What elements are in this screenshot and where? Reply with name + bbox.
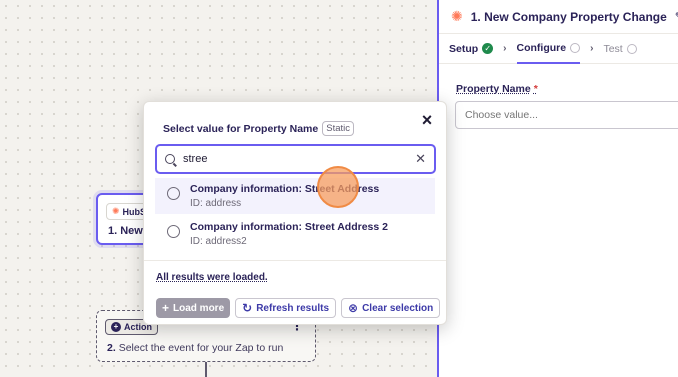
pending-ring-icon [626, 43, 637, 54]
tab-configure-label: Configure [516, 41, 567, 54]
divider [144, 260, 446, 261]
tab-configure[interactable]: Configure [516, 34, 581, 64]
refresh-results-button[interactable]: ↻ Refresh results [235, 298, 337, 318]
hubspot-icon: ✺ [112, 206, 120, 216]
plus-icon: + [111, 322, 121, 332]
search-icon [165, 154, 175, 164]
property-name-input[interactable] [455, 101, 678, 129]
static-badge: Static [322, 121, 354, 136]
radio-button[interactable] [167, 187, 180, 200]
option-label: Company information: Street Address 2 [190, 221, 388, 233]
step-editor-panel: ✺ 1. New Company Property Change ✎ Setup… [437, 0, 678, 377]
list-item[interactable]: Company information: Street Address ID: … [155, 178, 435, 214]
search-box: ✕ [155, 144, 436, 174]
step-connector [205, 362, 207, 377]
option-id: ID: address [190, 198, 242, 209]
required-marker: * [533, 83, 538, 95]
chevron-right-icon: › [503, 43, 507, 54]
action-step-number: 2. [107, 342, 116, 354]
clear-circle-icon: ⊗ [348, 301, 359, 315]
property-name-label: Property Name * [456, 83, 538, 95]
tab-test-label: Test [603, 42, 623, 55]
pending-ring-icon [570, 42, 581, 53]
clear-selection-label: Clear selection [362, 302, 434, 314]
action-step-text: Select the event for your Zap to run [118, 342, 284, 354]
popover-title: Select value for Property Name Static [163, 121, 354, 136]
radio-button[interactable] [167, 225, 180, 238]
action-step-title: 2. Select the event for your Zap to run [107, 342, 283, 354]
load-more-label: Load more [173, 302, 225, 314]
hubspot-logo-icon: ✺ [451, 6, 463, 27]
tab-setup[interactable]: Setup ✓ [449, 34, 494, 64]
check-icon: ✓ [482, 43, 494, 54]
refresh-icon: ↻ [242, 301, 253, 315]
clear-search-icon[interactable]: ✕ [415, 151, 426, 167]
tab-test[interactable]: Test [603, 34, 637, 64]
property-name-label-text: Property Name [456, 83, 531, 95]
refresh-results-label: Refresh results [256, 302, 330, 314]
option-id: ID: address2 [190, 236, 247, 247]
chevron-right-icon: › [590, 43, 594, 54]
load-more-button[interactable]: + Load more [156, 298, 231, 318]
results-status: All results were loaded. [156, 272, 268, 283]
close-icon[interactable]: × [418, 110, 436, 130]
tab-setup-label: Setup [449, 42, 479, 55]
search-input[interactable] [183, 153, 408, 165]
panel-header: ✺ 1. New Company Property Change ✎ [439, 0, 678, 34]
plus-icon: + [162, 301, 170, 315]
cursor-click-indicator [317, 166, 359, 208]
step-tabs: Setup ✓ › Configure › Test [439, 34, 678, 64]
clear-selection-button[interactable]: ⊗ Clear selection [341, 298, 441, 318]
popover-actions: + Load more ↻ Refresh results ⊗ Clear se… [156, 298, 441, 318]
popover-title-text: Select value for Property Name [163, 122, 319, 135]
list-item[interactable]: Company information: Street Address 2 ID… [155, 216, 435, 252]
value-picker-popover: Select value for Property Name Static × … [143, 101, 447, 325]
panel-title: 1. New Company Property Change [470, 9, 667, 24]
